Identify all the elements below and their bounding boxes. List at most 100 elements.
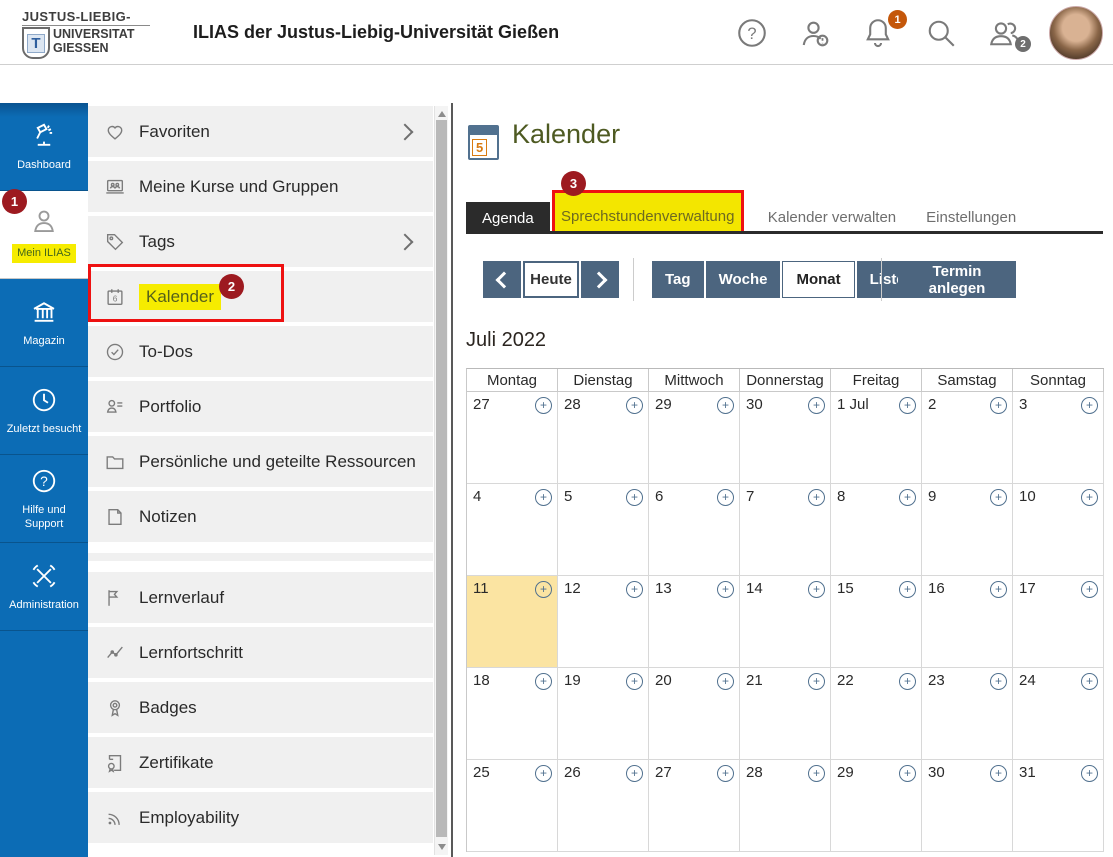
day-number[interactable]: 18: [473, 672, 490, 689]
day-number[interactable]: 14: [746, 580, 763, 597]
tab-sprechstundenverwaltung[interactable]: Sprechstundenverwaltung: [551, 190, 744, 234]
day-number[interactable]: 28: [746, 764, 763, 781]
menu-item-notizen[interactable]: Notizen: [88, 491, 433, 542]
day-number[interactable]: 29: [655, 396, 672, 413]
menu-item-portfolio[interactable]: Portfolio: [88, 381, 433, 432]
menu-item-favoriten[interactable]: Favoriten: [88, 106, 433, 157]
add-appointment-icon[interactable]: +: [899, 765, 916, 782]
add-appointment-icon[interactable]: +: [717, 765, 734, 782]
menu-item-pers-nliche-und-geteilte-ressourcen[interactable]: Persönliche und geteilte Ressourcen: [88, 436, 433, 487]
add-appointment-icon[interactable]: +: [717, 397, 734, 414]
add-appointment-icon[interactable]: +: [1081, 673, 1098, 690]
menu-scrollbar[interactable]: [434, 106, 448, 855]
menu-item-lernfortschritt[interactable]: Lernfortschritt: [88, 627, 433, 678]
day-number[interactable]: 25: [473, 764, 490, 781]
help-icon[interactable]: ?: [734, 15, 770, 51]
day-number[interactable]: 9: [928, 488, 936, 505]
add-appointment-icon[interactable]: +: [717, 489, 734, 506]
view-button-woche[interactable]: Woche: [705, 261, 781, 298]
search-icon[interactable]: [923, 15, 959, 51]
day-number[interactable]: 27: [655, 764, 672, 781]
add-appointment-icon[interactable]: +: [1081, 489, 1098, 506]
day-number[interactable]: 24: [1019, 672, 1036, 689]
day-number[interactable]: 28: [564, 396, 581, 413]
add-appointment-icon[interactable]: +: [626, 581, 643, 598]
add-appointment-icon[interactable]: +: [535, 397, 552, 414]
add-appointment-icon[interactable]: +: [990, 673, 1007, 690]
day-number[interactable]: 17: [1019, 580, 1036, 597]
online-users-icon[interactable]: 2: [986, 15, 1031, 52]
add-appointment-icon[interactable]: +: [626, 489, 643, 506]
view-button-monat[interactable]: Monat: [782, 261, 855, 298]
add-appointment-icon[interactable]: +: [899, 673, 916, 690]
view-button-tag[interactable]: Tag: [652, 261, 704, 298]
add-appointment-icon[interactable]: +: [1081, 765, 1098, 782]
day-number[interactable]: 19: [564, 672, 581, 689]
day-number[interactable]: 20: [655, 672, 672, 689]
menu-item-badges[interactable]: Badges: [88, 682, 433, 733]
add-appointment-icon[interactable]: +: [535, 581, 552, 598]
day-number[interactable]: 12: [564, 580, 581, 597]
add-appointment-icon[interactable]: +: [990, 397, 1007, 414]
day-number[interactable]: 4: [473, 488, 481, 505]
day-number[interactable]: 29: [837, 764, 854, 781]
day-number[interactable]: 16: [928, 580, 945, 597]
add-appointment-icon[interactable]: +: [990, 489, 1007, 506]
sidebar-item-hilfe-und-support[interactable]: ? Hilfe und Support: [0, 455, 88, 543]
day-number[interactable]: 31: [1019, 764, 1036, 781]
next-period-button[interactable]: [581, 261, 619, 298]
menu-item-lernverlauf[interactable]: Lernverlauf: [88, 572, 433, 623]
day-number[interactable]: 10: [1019, 488, 1036, 505]
day-number[interactable]: 3: [1019, 396, 1027, 413]
tab-agenda[interactable]: Agenda: [466, 202, 550, 234]
user-avatar[interactable]: [1049, 6, 1103, 60]
add-appointment-icon[interactable]: +: [808, 673, 825, 690]
today-button[interactable]: Heute: [523, 261, 579, 298]
menu-item-meine-kurse-und-gruppen[interactable]: Meine Kurse und Gruppen: [88, 161, 433, 212]
scroll-up-icon[interactable]: [435, 107, 448, 119]
add-appointment-icon[interactable]: +: [626, 397, 643, 414]
add-appointment-icon[interactable]: +: [899, 489, 916, 506]
day-number[interactable]: 26: [564, 764, 581, 781]
day-number[interactable]: 30: [928, 764, 945, 781]
add-appointment-icon[interactable]: +: [717, 673, 734, 690]
add-appointment-icon[interactable]: +: [808, 765, 825, 782]
day-number[interactable]: 21: [746, 672, 763, 689]
add-appointment-icon[interactable]: +: [990, 581, 1007, 598]
add-appointment-icon[interactable]: +: [990, 765, 1007, 782]
add-appointment-icon[interactable]: +: [808, 397, 825, 414]
previous-period-button[interactable]: [483, 261, 521, 298]
add-appointment-icon[interactable]: +: [899, 397, 916, 414]
day-number[interactable]: 1 Jul: [837, 396, 869, 413]
sidebar-item-magazin[interactable]: Magazin: [0, 279, 88, 367]
menu-item-employability[interactable]: Employability: [88, 792, 433, 843]
sidebar-item-administration[interactable]: Administration: [0, 543, 88, 631]
day-number[interactable]: 30: [746, 396, 763, 413]
day-number[interactable]: 6: [655, 488, 663, 505]
add-appointment-icon[interactable]: +: [626, 673, 643, 690]
day-number[interactable]: 2: [928, 396, 936, 413]
day-number[interactable]: 5: [564, 488, 572, 505]
add-appointment-icon[interactable]: +: [717, 581, 734, 598]
day-number[interactable]: 8: [837, 488, 845, 505]
add-appointment-icon[interactable]: +: [535, 489, 552, 506]
sidebar-item-dashboard[interactable]: Dashboard: [0, 103, 88, 191]
day-number[interactable]: 23: [928, 672, 945, 689]
add-appointment-icon[interactable]: +: [535, 673, 552, 690]
day-number[interactable]: 11: [473, 580, 489, 597]
add-appointment-icon[interactable]: +: [808, 581, 825, 598]
day-number[interactable]: 27: [473, 396, 490, 413]
scrollbar-thumb[interactable]: [436, 120, 447, 837]
day-number[interactable]: 7: [746, 488, 754, 505]
add-appointment-icon[interactable]: +: [1081, 581, 1098, 598]
contact-requests-icon[interactable]: [797, 15, 833, 51]
add-appointment-icon[interactable]: +: [1081, 397, 1098, 414]
create-appointment-button[interactable]: Termin anlegen: [898, 261, 1016, 298]
add-appointment-icon[interactable]: +: [626, 765, 643, 782]
scroll-down-icon[interactable]: [435, 841, 448, 853]
add-appointment-icon[interactable]: +: [899, 581, 916, 598]
notifications-icon[interactable]: 1: [860, 10, 907, 51]
sidebar-item-zuletzt-besucht[interactable]: Zuletzt besucht: [0, 367, 88, 455]
menu-item-to-dos[interactable]: To-Dos: [88, 326, 433, 377]
day-number[interactable]: 22: [837, 672, 854, 689]
